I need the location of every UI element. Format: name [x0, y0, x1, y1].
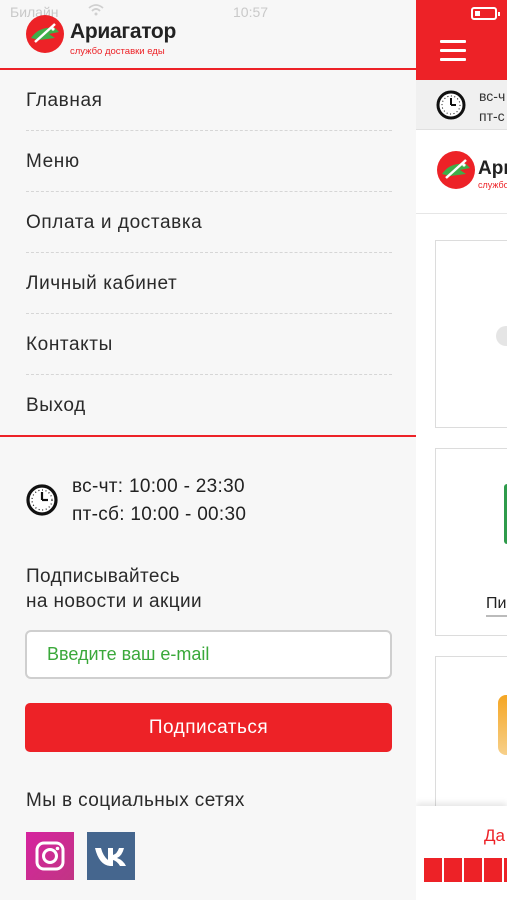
- working-hours: вс-чт: 10:00 - 23:30 пт-сб: 10:00 - 00:3…: [26, 472, 406, 532]
- vk-glyph: [95, 848, 126, 866]
- product-card[interactable]: [435, 656, 507, 816]
- app-brand-name: Ари: [478, 158, 507, 179]
- clock-icon: [26, 484, 58, 516]
- instagram-icon[interactable]: [26, 832, 74, 880]
- hours-weekend: пт-сб: 10:00 - 00:30: [72, 504, 247, 525]
- brand-tagline: службо доставки еды: [70, 46, 165, 57]
- cookie-consent-bar: Да: [416, 806, 507, 900]
- app-content-panel[interactable]: вс-ч пт-с Ари службо Пи Да: [416, 0, 507, 900]
- navigation-drawer: Билайн 10:57 Ариагатор службо доставки е…: [0, 0, 416, 900]
- hours-weekdays: вс-чт: 10:00 - 23:30: [72, 476, 245, 497]
- vk-icon[interactable]: [87, 832, 135, 880]
- product-image: [496, 326, 507, 346]
- menu-item-contacts[interactable]: Контакты: [0, 314, 416, 375]
- battery-icon: [471, 7, 500, 20]
- divider: [486, 615, 507, 617]
- menu-item-logout[interactable]: Выход: [0, 375, 416, 436]
- consent-button[interactable]: [424, 858, 507, 882]
- brand-name: Ариагатор: [70, 20, 176, 43]
- product-card[interactable]: [435, 240, 507, 428]
- product-card-label: Пи: [486, 595, 507, 612]
- social-heading: Мы в социальных сетях: [26, 790, 245, 811]
- product-card[interactable]: Пи: [435, 448, 507, 636]
- clock-icon: [436, 90, 466, 120]
- brand-logo[interactable]: Ариагатор службо доставки еды: [25, 14, 225, 58]
- app-hours-line-2: пт-с: [479, 108, 505, 124]
- instagram-glyph: [35, 841, 65, 871]
- drawer-menu: Главная Меню Оплата и доставка Личный ка…: [0, 70, 416, 436]
- app-header: [416, 0, 507, 80]
- subscribe-heading-line-1: Подписывайтесь: [26, 566, 181, 587]
- hamburger-menu-icon[interactable]: [440, 40, 466, 62]
- menu-item-menu[interactable]: Меню: [0, 131, 416, 192]
- menu-item-home[interactable]: Главная: [0, 70, 416, 131]
- subscribe-heading: Подписывайтесь на новости и акции: [26, 564, 386, 614]
- app-logo[interactable]: Ари службо: [436, 150, 507, 195]
- product-image: [498, 695, 507, 755]
- status-time: 10:57: [233, 4, 269, 20]
- subscribe-heading-line-2: на новости и акции: [26, 591, 203, 612]
- subscribe-button[interactable]: Подписаться: [25, 703, 392, 752]
- app-hours-text: вс-ч пт-с: [479, 86, 505, 126]
- menu-item-account[interactable]: Личный кабинет: [0, 253, 416, 314]
- consent-yes-label[interactable]: Да: [484, 826, 505, 846]
- app-brand-tagline: службо: [478, 180, 507, 190]
- app-hours-line-1: вс-ч: [479, 88, 506, 104]
- divider: [416, 213, 507, 214]
- crocodile-logo-icon: [437, 151, 475, 189]
- divider: [0, 435, 416, 437]
- crocodile-logo-icon: [26, 15, 64, 53]
- menu-item-payment-delivery[interactable]: Оплата и доставка: [0, 192, 416, 253]
- email-input[interactable]: [25, 630, 392, 679]
- app-hours-bar: вс-ч пт-с: [416, 80, 507, 130]
